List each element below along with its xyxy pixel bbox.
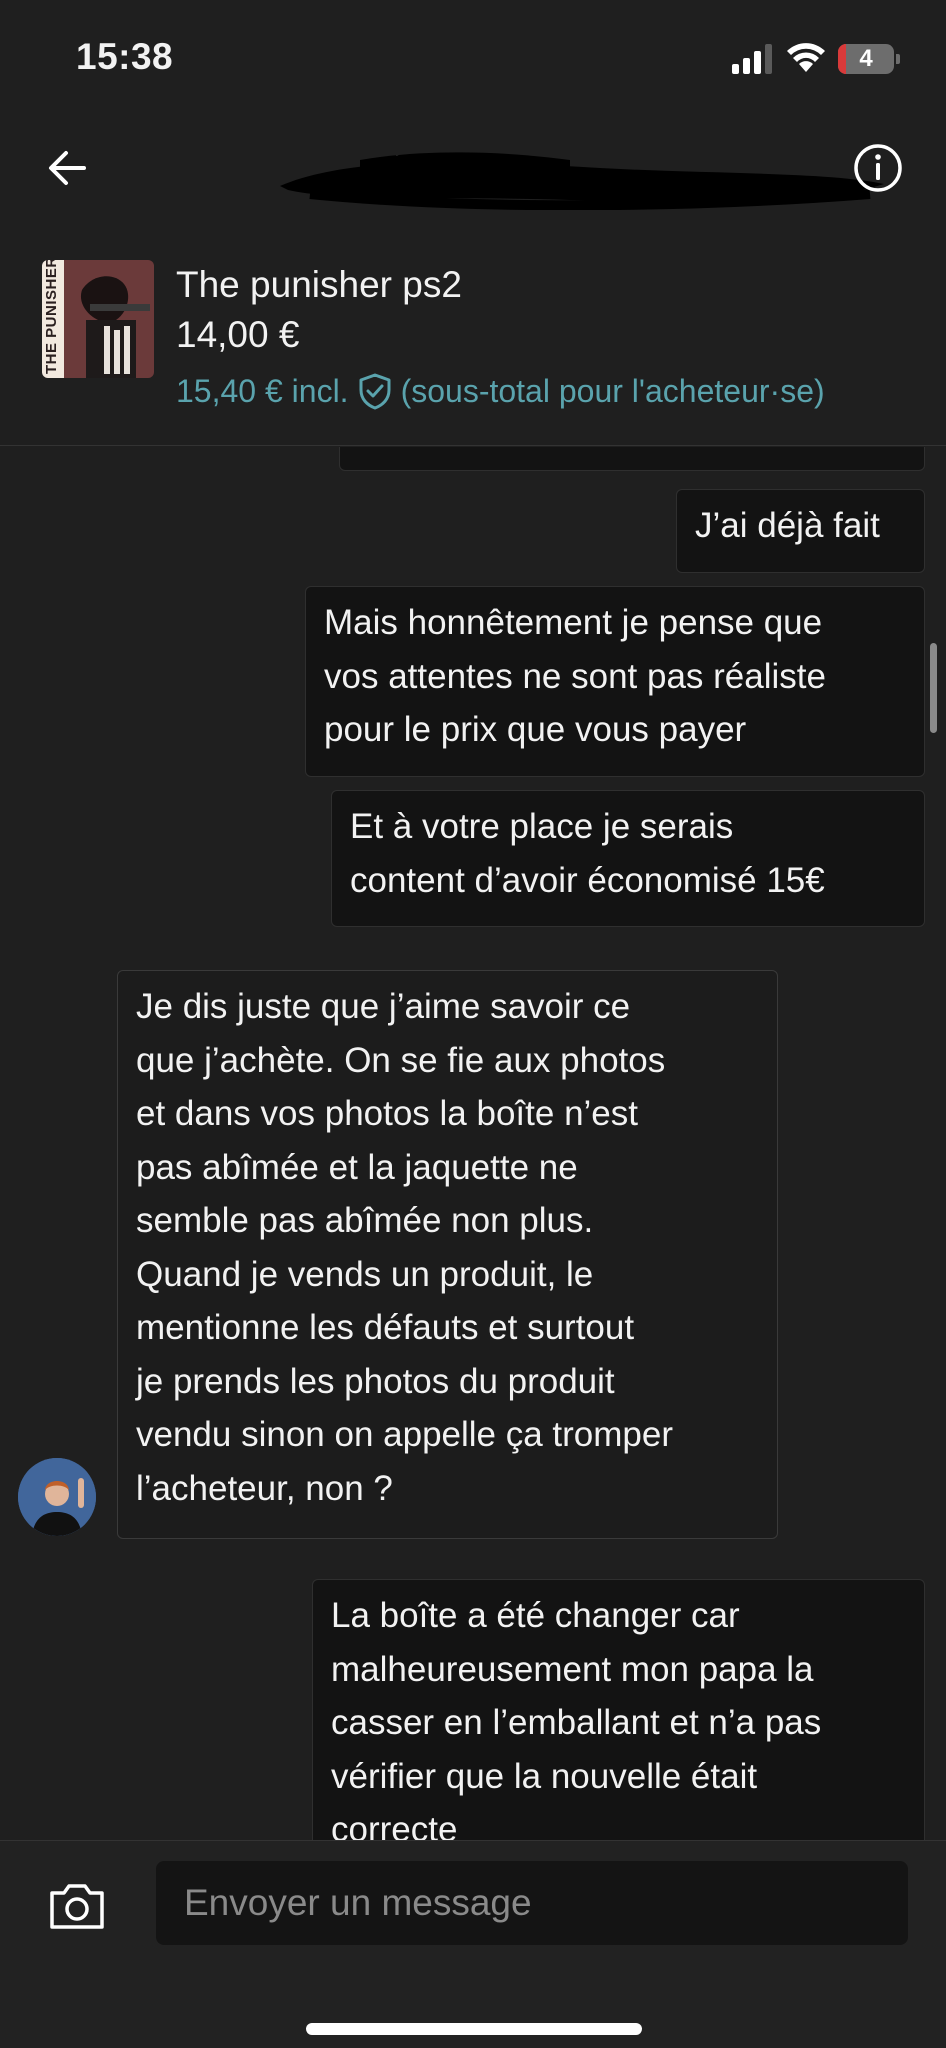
message-bubble-sent[interactable]: Et à votre place je serais content d’avo… <box>331 790 925 927</box>
message-bubble-sent[interactable]: Mais honnêtement je pense que vos attent… <box>305 586 925 777</box>
home-indicator[interactable] <box>306 2023 642 2035</box>
sender-avatar[interactable] <box>18 1458 96 1536</box>
message-bubble-sent[interactable]: La boîte a été changer car malheureuseme… <box>312 1579 925 1840</box>
status-time: 15:38 <box>76 36 174 77</box>
battery-icon: 4 <box>838 44 900 74</box>
product-price: 14,00 € <box>176 314 300 355</box>
cover-title: THE PUNISHER <box>43 260 60 374</box>
shield-check-icon <box>359 373 391 410</box>
arrow-left-icon[interactable] <box>44 144 92 192</box>
redaction-scribble <box>280 152 884 210</box>
scrollbar[interactable] <box>930 643 937 733</box>
message-bubble-sent[interactable] <box>339 447 925 471</box>
incl-note: (sous-total pour l'acheteur·se) <box>400 372 825 409</box>
status-bar: 15:38 4 <box>0 0 946 120</box>
product-thumbnail[interactable]: THE PUNISHER <box>42 260 154 378</box>
buyer-protection-price[interactable]: 15,40 € incl. (sous-total pour l'acheteu… <box>176 372 825 410</box>
product-summary[interactable]: THE PUNISHER The punisher ps2 14,00 € 15… <box>0 236 946 446</box>
message-bubble-sent[interactable]: J’ai déjà fait <box>676 489 925 573</box>
camera-icon[interactable] <box>48 1881 106 1931</box>
chat-header: ···ho_79 <box>0 120 946 220</box>
battery-level: 4 <box>859 45 873 72</box>
message-input[interactable] <box>156 1861 908 1945</box>
info-circle-icon[interactable] <box>852 142 904 194</box>
cellular-signal-icon <box>732 44 772 74</box>
wifi-icon <box>787 43 825 72</box>
message-list[interactable]: J’ai déjà fait Mais honnêtement je pense… <box>0 447 946 1840</box>
product-title: The punisher ps2 <box>176 264 462 305</box>
message-composer <box>0 1840 946 2048</box>
message-bubble-received[interactable]: Je dis juste que j’aime savoir ce que j’… <box>117 970 778 1539</box>
incl-price: 15,40 € incl. <box>176 372 349 409</box>
